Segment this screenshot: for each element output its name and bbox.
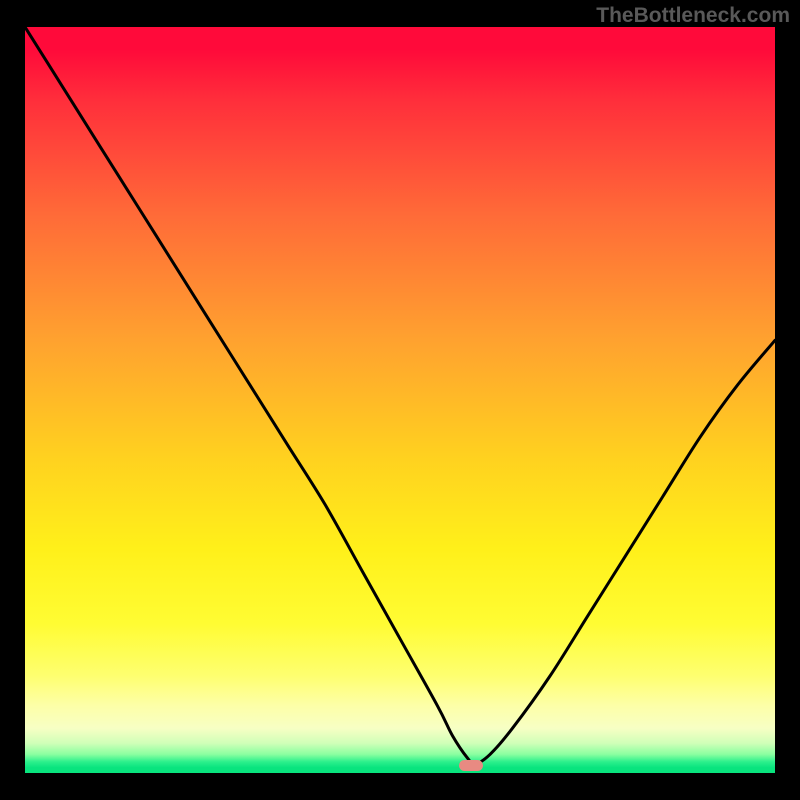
optimal-marker — [459, 760, 483, 772]
curve-path — [25, 27, 775, 764]
plot-area — [25, 27, 775, 773]
chart-container: TheBottleneck.com — [0, 0, 800, 800]
bottleneck-curve — [25, 27, 775, 773]
attribution-text: TheBottleneck.com — [596, 4, 790, 28]
